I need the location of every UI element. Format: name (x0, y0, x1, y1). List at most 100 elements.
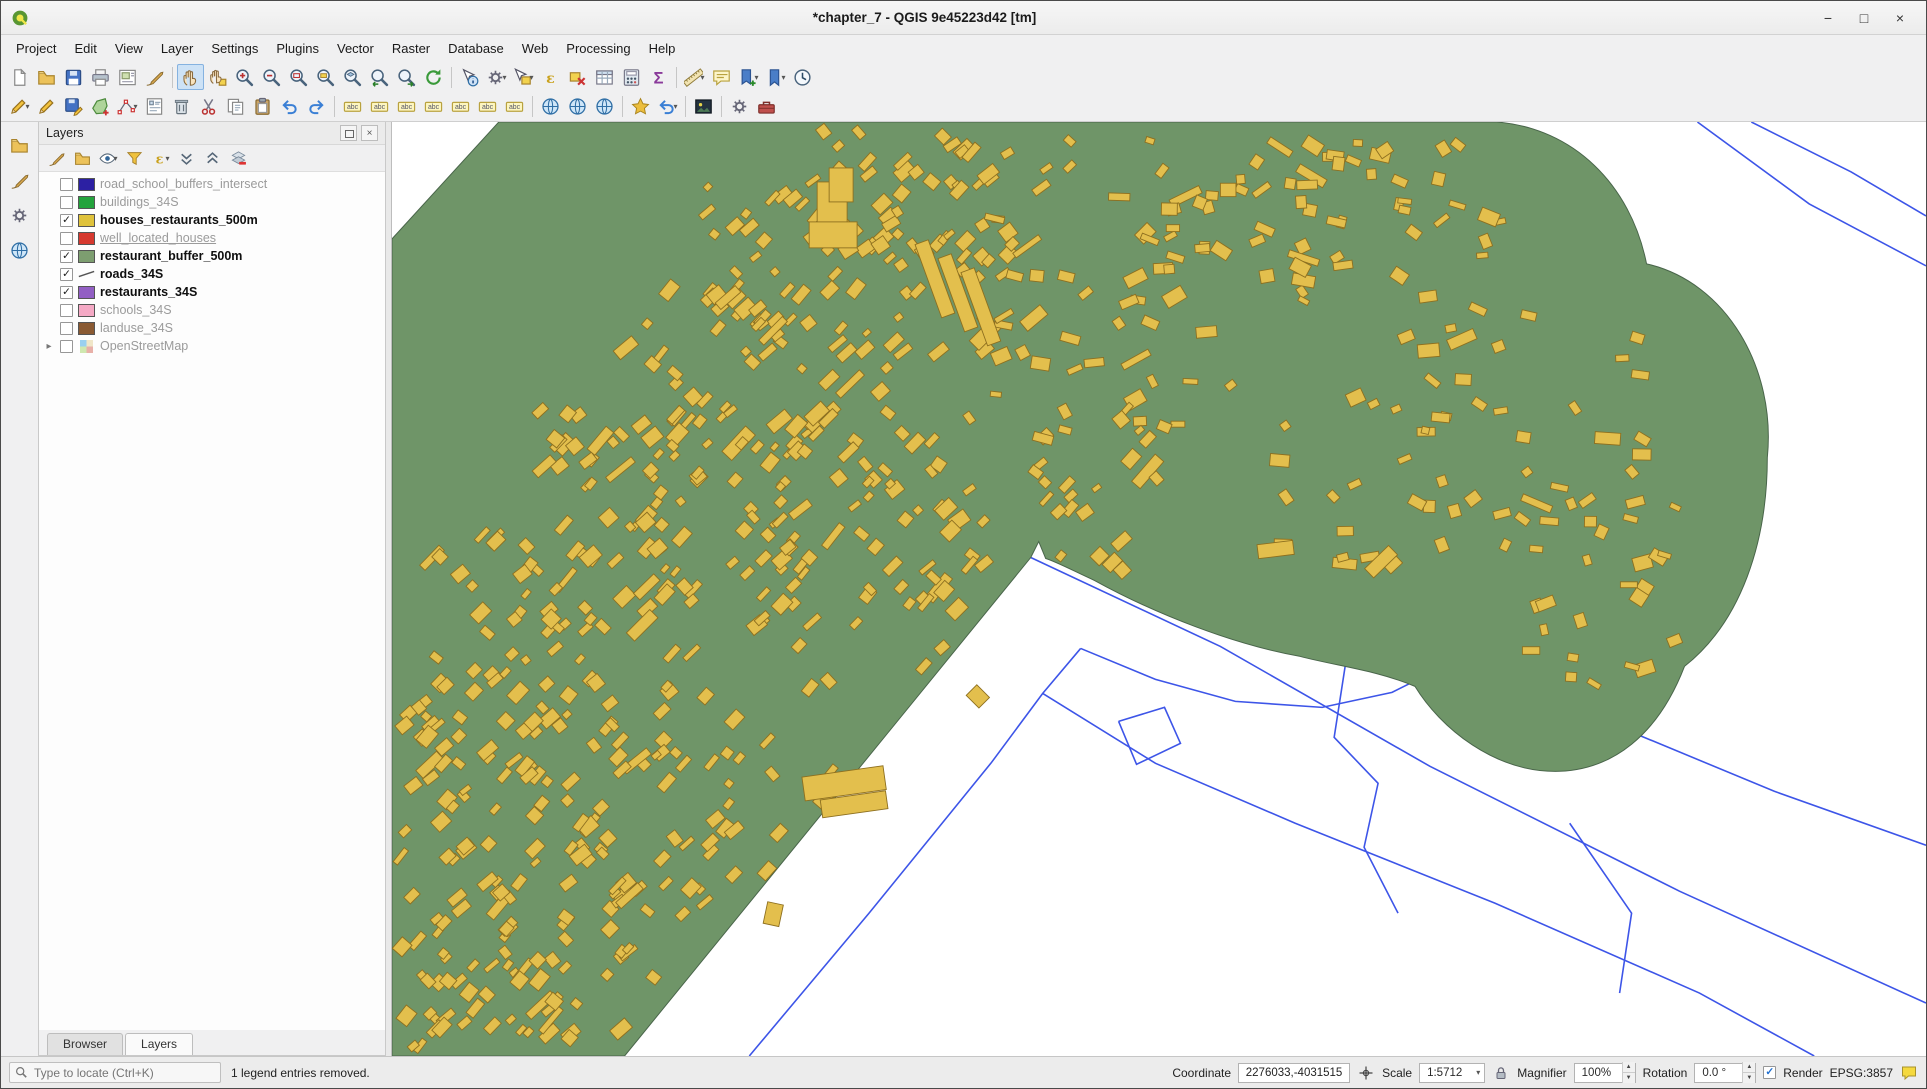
paste-features-button[interactable] (249, 94, 276, 120)
scale-combo[interactable]: 1:5712 ▾ (1419, 1063, 1485, 1083)
layer-checkbox[interactable]: ✓ (60, 286, 73, 299)
spinner-arrows-icon[interactable]: ▲▼ (1742, 1062, 1755, 1083)
processing-favorites-button[interactable] (627, 94, 654, 120)
layer-label[interactable]: buildings_34S (100, 195, 179, 209)
processing-toolbox-panel-button[interactable] (6, 202, 34, 229)
layer-checkbox[interactable] (60, 322, 73, 335)
show-layout-manager-button[interactable] (114, 64, 141, 90)
layer-checkbox[interactable]: ✓ (60, 214, 73, 227)
menu-processing[interactable]: Processing (557, 37, 639, 60)
layer-checkbox[interactable]: ✓ (60, 268, 73, 281)
expand-all-button[interactable] (174, 147, 199, 170)
filter-legend-button[interactable] (122, 147, 147, 170)
magnifier-spinbox[interactable]: 100% ▲▼ (1574, 1063, 1636, 1083)
layer-row-landuse_34S[interactable]: landuse_34S (39, 319, 385, 337)
menu-help[interactable]: Help (640, 37, 685, 60)
layer-checkbox[interactable] (60, 196, 73, 209)
lock-scale-icon[interactable] (1492, 1064, 1510, 1082)
zoom-to-selection-button[interactable] (312, 64, 339, 90)
layer-checkbox[interactable] (60, 232, 73, 245)
maximize-button[interactable]: □ (1848, 6, 1880, 30)
new-print-layout-button[interactable] (87, 64, 114, 90)
manage-map-themes-button[interactable]: ▾ (96, 147, 121, 170)
layer-label[interactable]: well_located_houses (100, 231, 216, 245)
metasearch-button[interactable] (591, 94, 618, 120)
change-label-properties-button[interactable]: abc (501, 94, 528, 120)
vertex-tool-button[interactable]: ▾ (114, 94, 141, 120)
layer-row-restaurants_34S[interactable]: ✓restaurants_34S (39, 283, 385, 301)
menu-edit[interactable]: Edit (65, 37, 105, 60)
undo-button[interactable] (276, 94, 303, 120)
menu-database[interactable]: Database (439, 37, 513, 60)
copy-features-button[interactable] (222, 94, 249, 120)
temporal-controller-button[interactable] (789, 64, 816, 90)
layer-checkbox[interactable] (60, 178, 73, 191)
edit-history-button[interactable]: ▾ (654, 94, 681, 120)
identify-features-button[interactable] (456, 64, 483, 90)
float-panel-button[interactable] (340, 125, 357, 141)
pin-unpin-labels-button[interactable]: abc (393, 94, 420, 120)
open-attribute-table-button[interactable] (591, 64, 618, 90)
menu-layer[interactable]: Layer (152, 37, 203, 60)
georeferencer-button[interactable] (690, 94, 717, 120)
move-label-button[interactable]: abc (447, 94, 474, 120)
crs-status[interactable]: EPSG:3857 (1830, 1066, 1893, 1080)
show-hidden-labels-button[interactable]: abc (420, 94, 447, 120)
run-feature-action-button[interactable]: ▾ (483, 64, 510, 90)
rotation-spinbox[interactable]: 0.0 ° ▲▼ (1694, 1063, 1756, 1083)
collapse-all-button[interactable] (200, 147, 225, 170)
menu-settings[interactable]: Settings (202, 37, 267, 60)
locate-input[interactable] (32, 1065, 215, 1081)
style-manager-button[interactable] (141, 64, 168, 90)
new-spatial-bookmark-button[interactable]: ▾ (735, 64, 762, 90)
new-project-button[interactable] (6, 64, 33, 90)
open-project-button[interactable] (33, 64, 60, 90)
layer-labeling-options-button[interactable]: abc (339, 94, 366, 120)
layer-label[interactable]: road_school_buffers_intersect (100, 177, 267, 191)
statistical-summary-button[interactable]: Σ (645, 64, 672, 90)
locate-box[interactable] (9, 1062, 221, 1083)
osm-place-search-button[interactable] (537, 94, 564, 120)
zoom-last-button[interactable] (366, 64, 393, 90)
coordinate-capture-button[interactable] (564, 94, 591, 120)
rotate-label-button[interactable]: abc (474, 94, 501, 120)
layer-styling-panel-button[interactable] (6, 167, 34, 194)
layer-row-buildings_34S[interactable]: buildings_34S (39, 193, 385, 211)
layer-label[interactable]: restaurant_buffer_500m (100, 249, 242, 263)
menu-view[interactable]: View (106, 37, 152, 60)
grass-tools-button[interactable] (753, 94, 780, 120)
toggle-editing-button[interactable] (33, 94, 60, 120)
cut-features-button[interactable] (195, 94, 222, 120)
zoom-full-button[interactable] (285, 64, 312, 90)
pan-to-selection-button[interactable] (204, 64, 231, 90)
filter-by-expression-button[interactable]: ε▾ (148, 147, 173, 170)
layer-row-restaurant_buffer_500m[interactable]: ✓ restaurant_buffer_500m (39, 247, 385, 265)
zoom-in-button[interactable] (231, 64, 258, 90)
layer-label[interactable]: roads_34S (100, 267, 163, 281)
extents-toggle-icon[interactable] (1357, 1064, 1375, 1082)
add-polygon-feature-button[interactable] (87, 94, 114, 120)
layer-row-OpenStreetMap[interactable]: ▸OpenStreetMap (39, 337, 385, 355)
render-checkbox[interactable]: ✓ (1763, 1066, 1776, 1079)
save-layer-edits-button[interactable] (60, 94, 87, 120)
layer-diagram-options-button[interactable]: abc (366, 94, 393, 120)
browser-panel-button[interactable] (6, 132, 34, 159)
layer-row-schools_34S[interactable]: schools_34S (39, 301, 385, 319)
layer-label[interactable]: houses_restaurants_500m (100, 213, 258, 227)
layer-row-roads_34S[interactable]: ✓ roads_34S (39, 265, 385, 283)
redo-button[interactable] (303, 94, 330, 120)
refresh-map-button[interactable] (420, 64, 447, 90)
modify-attributes-button[interactable] (141, 94, 168, 120)
layer-checkbox[interactable]: ✓ (60, 250, 73, 263)
panel-tab-layers[interactable]: Layers (125, 1033, 193, 1055)
map-tips-button[interactable] (708, 64, 735, 90)
layer-checkbox[interactable] (60, 340, 73, 353)
field-calculator-button[interactable] (618, 64, 645, 90)
menu-vector[interactable]: Vector (328, 37, 383, 60)
layer-label[interactable]: schools_34S (100, 303, 172, 317)
layer-row-well_located_houses[interactable]: well_located_houses (39, 229, 385, 247)
layer-label[interactable]: landuse_34S (100, 321, 173, 335)
deselect-all-button[interactable] (564, 64, 591, 90)
gps-information-panel-button[interactable] (6, 237, 34, 264)
zoom-next-button[interactable] (393, 64, 420, 90)
